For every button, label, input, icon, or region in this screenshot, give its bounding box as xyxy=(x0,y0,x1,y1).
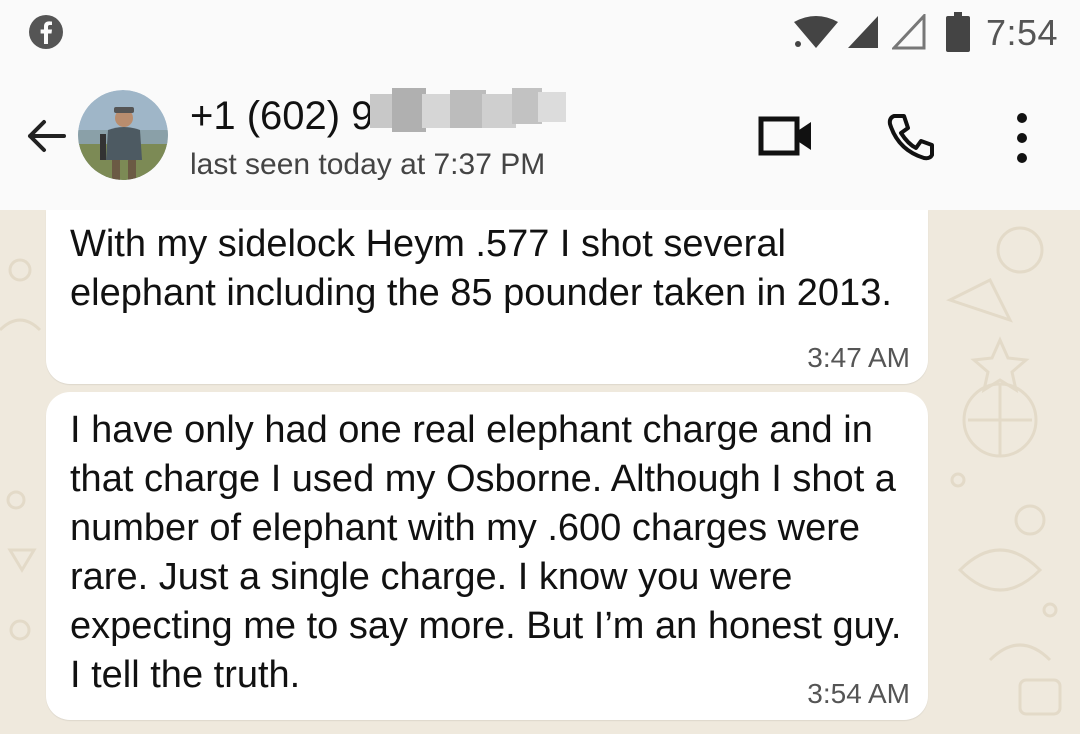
message-text: I have only had one real elephant charge… xyxy=(70,409,902,696)
message-text: With my sidelock Heym .577 I shot severa… xyxy=(70,223,892,314)
avatar[interactable] xyxy=(78,90,168,180)
chat-area[interactable]: With my sidelock Heym .577 I shot severa… xyxy=(0,210,1080,734)
message-bubble[interactable]: With my sidelock Heym .577 I shot severa… xyxy=(46,210,928,384)
last-seen-status: last seen today at 7:37 PM xyxy=(190,148,546,181)
message-timestamp: 3:54 AM xyxy=(807,678,910,709)
cell-signal-icon xyxy=(892,14,926,50)
status-time: 7:54 xyxy=(986,12,1059,53)
chat-header: +1 (602) 9 last seen today at 7:37 PM xyxy=(0,70,1080,210)
message-bubble[interactable]: I have only had one real elephant charge… xyxy=(46,392,928,720)
video-call-icon[interactable] xyxy=(758,116,814,156)
battery-icon xyxy=(946,12,970,52)
phone-call-icon[interactable] xyxy=(886,112,936,162)
wifi-icon xyxy=(794,16,838,48)
facebook-icon xyxy=(29,15,63,49)
cell-signal-icon xyxy=(848,16,878,48)
contact-name[interactable]: +1 (602) 9 xyxy=(190,94,373,139)
back-arrow-icon[interactable] xyxy=(24,114,68,158)
more-options-icon[interactable] xyxy=(1010,112,1034,164)
redacted-number-blur xyxy=(370,88,566,132)
status-bar: 7:54 xyxy=(0,0,1080,70)
message-timestamp: 3:47 AM xyxy=(807,342,910,373)
